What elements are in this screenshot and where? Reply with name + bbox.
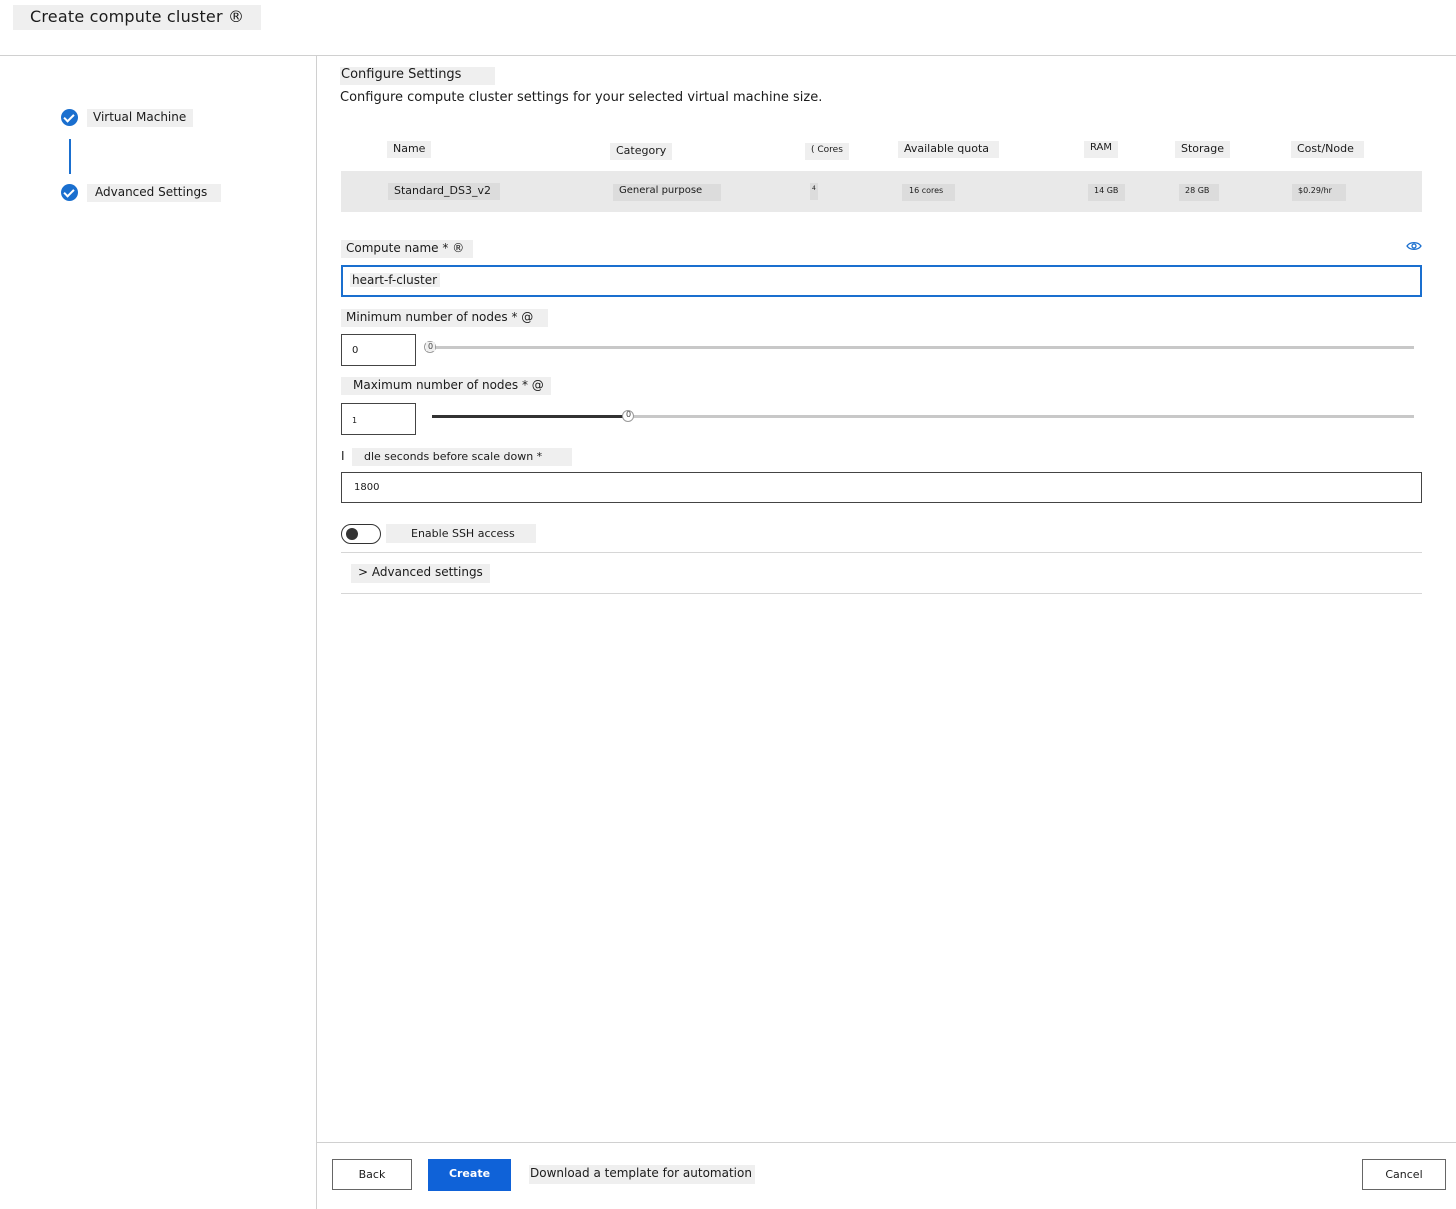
compute-name-label: Compute name * ® — [341, 240, 473, 258]
wizard-steps-panel — [0, 56, 317, 1209]
step-label: Advanced Settings — [87, 184, 222, 202]
section-title: Configure Settings — [340, 67, 495, 85]
check-circle-icon — [61, 184, 78, 201]
create-button[interactable]: Create — [428, 1159, 511, 1191]
max-nodes-input[interactable]: 1 — [341, 403, 416, 435]
column-header-ram: RAM — [1084, 141, 1119, 158]
max-nodes-thumb-label: 0 — [626, 410, 632, 419]
idle-seconds-input[interactable]: 1800 — [341, 472, 1422, 503]
table-cell-ram: 14 GB — [1088, 184, 1125, 201]
compute-name-value: heart-f-cluster — [350, 273, 441, 287]
table-cell-cores: 4 — [810, 183, 818, 200]
min-nodes-input[interactable]: 0 — [341, 334, 416, 366]
idle-seconds-label: dle seconds before scale down * — [352, 448, 572, 466]
column-header-name: Name — [387, 141, 432, 158]
column-header-cost-per-node: Cost/Node — [1291, 141, 1364, 158]
page-title: Create compute cluster ® — [13, 5, 262, 30]
step-label: Virtual Machine — [87, 109, 194, 127]
column-header-storage: Storage — [1175, 141, 1231, 158]
download-template-link[interactable]: Download a template for automation — [529, 1165, 755, 1184]
divider — [341, 593, 1422, 594]
footer-divider — [317, 1142, 1456, 1143]
ssh-toggle-knob — [346, 528, 358, 540]
divider — [341, 552, 1422, 553]
check-circle-icon — [61, 109, 78, 126]
ssh-toggle-label: Enable SSH access — [386, 524, 536, 543]
max-nodes-label: Maximum number of nodes * @ — [341, 377, 551, 395]
cancel-button[interactable]: Cancel — [1362, 1159, 1446, 1190]
min-nodes-slider[interactable] — [432, 346, 1414, 349]
table-cell-storage: 28 GB — [1179, 184, 1219, 201]
dialog-header: Create compute cluster ® — [0, 0, 1456, 56]
back-button[interactable]: Back — [332, 1159, 412, 1190]
table-cell-name: Standard_DS3_v2 — [388, 183, 500, 200]
column-header-available-quota: Available quota — [898, 141, 999, 158]
table-cell-available-quota: 16 cores — [902, 184, 955, 201]
advanced-settings-expander[interactable]: > Advanced settings — [351, 564, 490, 583]
column-header-cores: ( Cores — [805, 143, 849, 160]
table-cell-category: General purpose — [613, 184, 721, 201]
idle-seconds-label-prefix: I — [341, 449, 345, 463]
table-cell-cost: $0.29/hr — [1292, 184, 1346, 201]
step-connector — [69, 139, 71, 174]
table-row[interactable] — [341, 171, 1422, 212]
min-nodes-label: Minimum number of nodes * @ — [341, 309, 548, 327]
ssh-toggle[interactable] — [341, 524, 381, 544]
eye-icon[interactable] — [1406, 240, 1422, 252]
min-nodes-thumb-label: 0 — [426, 342, 436, 351]
max-nodes-slider-fill — [432, 415, 628, 418]
compute-name-input[interactable]: heart-f-cluster — [341, 265, 1422, 297]
section-description: Configure compute cluster settings for y… — [340, 90, 823, 105]
column-header-category: Category — [610, 143, 673, 160]
